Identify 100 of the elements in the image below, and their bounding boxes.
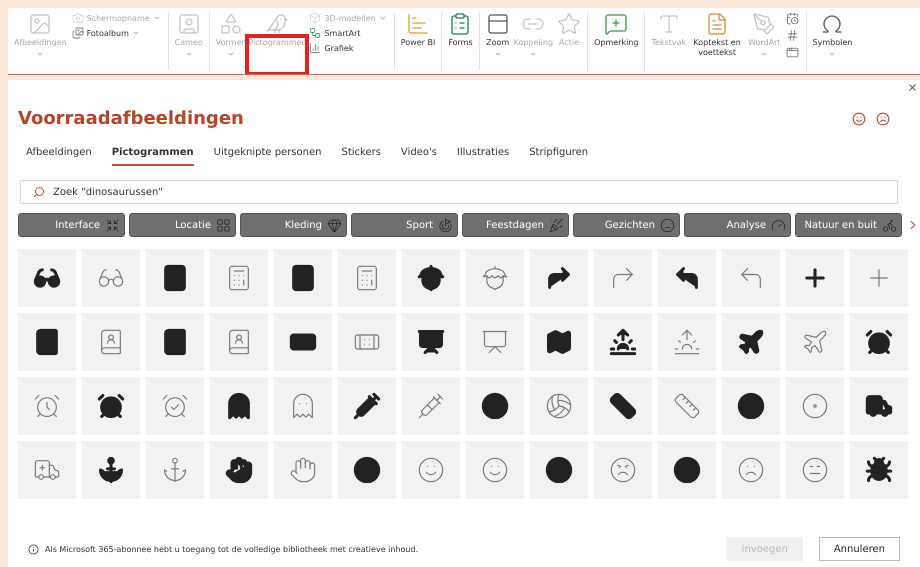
turn-arrow-icon (673, 264, 701, 292)
icon-tile[interactable] (210, 313, 268, 371)
icon-tile[interactable] (82, 441, 140, 499)
alarm-clock-icon (865, 328, 893, 356)
bar-chart-icon (406, 12, 430, 36)
category-button[interactable]: Sport (351, 213, 458, 237)
category-button[interactable]: Kleding (240, 213, 347, 237)
icon-tile[interactable] (658, 441, 716, 499)
icon-tile[interactable] (850, 249, 908, 307)
icon-tile[interactable] (530, 313, 588, 371)
icon-tile[interactable] (594, 313, 652, 371)
tab[interactable]: Video's (400, 147, 437, 166)
turn-arrow-icon (545, 264, 573, 292)
icon-tile[interactable] (594, 249, 652, 307)
icon-tile[interactable] (466, 441, 524, 499)
category-button[interactable]: Locatie (129, 213, 236, 237)
ribbon-button[interactable]: Power BI (398, 12, 438, 48)
icon-tile[interactable] (210, 377, 268, 435)
icon-tile[interactable] (18, 377, 76, 435)
tab[interactable]: Stripfiguren (529, 147, 588, 166)
icon-tile[interactable] (338, 441, 396, 499)
icon-tile[interactable] (18, 441, 76, 499)
icon-tile[interactable] (594, 441, 652, 499)
party-icon (549, 218, 564, 232)
icon-tile[interactable] (786, 249, 844, 307)
icon-tile[interactable] (146, 441, 204, 499)
icon-tile[interactable] (850, 377, 908, 435)
icon-tile[interactable] (146, 249, 204, 307)
icon-tile[interactable] (786, 441, 844, 499)
icon-tile[interactable] (274, 249, 332, 307)
category-button[interactable]: Natuur en buit (795, 213, 902, 237)
category-button[interactable]: Feestdagen (462, 213, 569, 237)
icon-tile[interactable] (466, 249, 524, 307)
icon-tile[interactable] (338, 313, 396, 371)
icon-tile[interactable] (82, 249, 140, 307)
icon-tile[interactable] (658, 377, 716, 435)
caret-icon (36, 50, 44, 58)
window-icon (786, 46, 799, 59)
icon-tile[interactable] (722, 313, 780, 371)
icon-tile[interactable] (786, 313, 844, 371)
icon-tile[interactable] (146, 313, 204, 371)
icon-tile[interactable] (402, 313, 460, 371)
icon-tile[interactable] (850, 441, 908, 499)
icon-tile[interactable] (338, 377, 396, 435)
icon-tile[interactable] (530, 441, 588, 499)
icon-tile[interactable] (722, 441, 780, 499)
tab[interactable]: Illustraties (456, 147, 510, 166)
icon-tile[interactable] (722, 249, 780, 307)
icon-tile[interactable] (658, 249, 716, 307)
search-field[interactable]: Zoek "dinosaurussen" (20, 180, 898, 204)
cancel-button[interactable]: Annuleren (818, 537, 900, 561)
icon-tile[interactable] (466, 377, 524, 435)
ribbon-button[interactable]: Opmerking (592, 12, 640, 48)
icon-tile[interactable] (658, 313, 716, 371)
icon-tile[interactable] (722, 377, 780, 435)
tab[interactable]: Stickers (341, 147, 381, 166)
icon-tile[interactable] (466, 313, 524, 371)
icon-tile[interactable] (210, 441, 268, 499)
icon-tile[interactable] (530, 249, 588, 307)
icon-tile[interactable] (210, 249, 268, 307)
icon-tile[interactable] (18, 313, 76, 371)
ribbon-button[interactable]: Grafiek (309, 42, 387, 54)
caret-icon (378, 14, 387, 22)
billboard-icon (417, 328, 445, 356)
tab[interactable]: Pictogrammen (112, 147, 194, 166)
icon-tile[interactable] (594, 377, 652, 435)
icon-tile[interactable] (402, 249, 460, 307)
airplane-icon (737, 328, 765, 356)
icon-tile[interactable] (274, 377, 332, 435)
ribbon-button[interactable]: Fotoalbum (72, 27, 161, 39)
icon-tile[interactable] (274, 441, 332, 499)
icon-tile[interactable] (338, 249, 396, 307)
icon-tile[interactable] (82, 377, 140, 435)
tab[interactable]: Uitgeknipte personen (214, 147, 322, 166)
icon-tile[interactable] (402, 441, 460, 499)
close-button[interactable] (907, 82, 918, 93)
images-icon (72, 27, 84, 39)
icon-tile[interactable] (530, 377, 588, 435)
ring-icon (327, 218, 342, 232)
shapes-icon (219, 12, 244, 36)
icon-tile[interactable] (18, 249, 76, 307)
icon-tile[interactable] (402, 377, 460, 435)
needle-icon (353, 392, 381, 420)
billboard-icon (481, 328, 509, 356)
icon-tile[interactable] (850, 313, 908, 371)
category-button[interactable]: Gezichten (573, 213, 680, 237)
worried-face-icon (801, 456, 829, 484)
category-button[interactable]: Interface (18, 213, 125, 237)
icon-tile[interactable] (274, 313, 332, 371)
ribbon-button[interactable]: Koptekst en voettekst (688, 12, 746, 58)
ribbon-button[interactable]: Zoom (484, 12, 512, 58)
tab[interactable]: Afbeeldingen (26, 147, 92, 166)
icon-tile[interactable] (82, 313, 140, 371)
info-icon (28, 544, 39, 554)
ribbon-button[interactable]: SmartArt (309, 27, 387, 39)
ribbon-button[interactable]: Symbolen (810, 12, 854, 58)
ribbon-button[interactable]: Forms (446, 12, 475, 48)
icon-tile[interactable] (146, 377, 204, 435)
category-button[interactable]: Analyse (684, 213, 791, 237)
icon-tile[interactable] (786, 377, 844, 435)
